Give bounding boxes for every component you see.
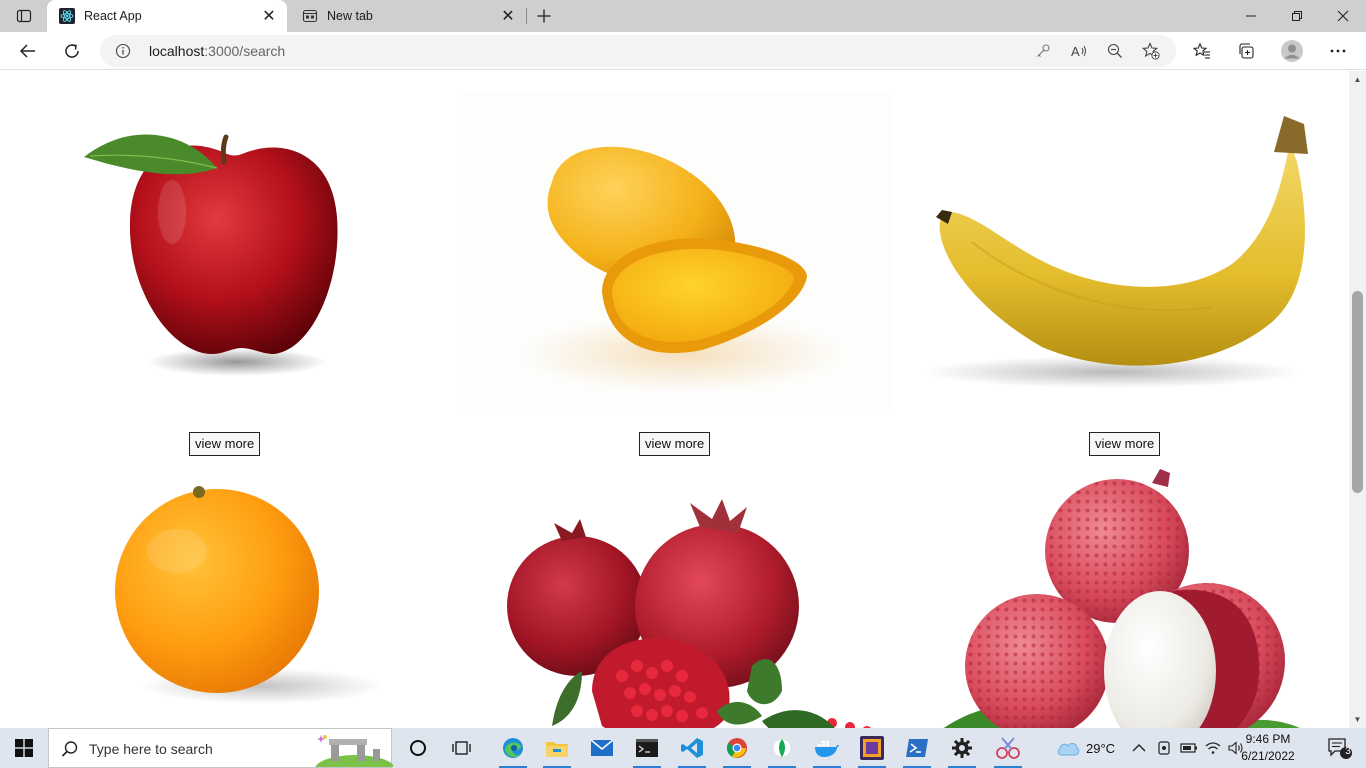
- new-tab-page-icon: [302, 8, 318, 24]
- browser-tab-strip: React App ✕ New tab ✕: [0, 0, 1366, 32]
- windows-start-icon[interactable]: [0, 728, 48, 768]
- back-arrow-icon[interactable]: [12, 35, 44, 67]
- beekeeper-studio-icon[interactable]: [850, 728, 894, 768]
- weather-widget[interactable]: 29°C: [1056, 728, 1115, 768]
- view-more-button[interactable]: view more: [639, 432, 711, 456]
- chrome-icon[interactable]: [715, 728, 759, 768]
- wifi-icon[interactable]: [1205, 728, 1221, 768]
- close-window-icon[interactable]: [1320, 0, 1366, 32]
- address-bar[interactable]: localhost:3000/search A: [100, 35, 1176, 67]
- apple-image: [12, 92, 442, 410]
- tab-actions-icon[interactable]: [8, 4, 40, 28]
- mail-icon[interactable]: [580, 728, 624, 768]
- browser-toolbar: localhost:3000/search A: [0, 32, 1366, 70]
- fruit-card-lychee: [912, 461, 1342, 728]
- search-highlight-stonehenge-icon: [315, 735, 393, 767]
- tab-new-tab[interactable]: New tab ✕: [290, 0, 526, 32]
- scroll-down-icon[interactable]: ▼: [1352, 714, 1363, 725]
- cortana-icon[interactable]: [396, 728, 440, 768]
- key-icon[interactable]: [1032, 40, 1054, 62]
- tab-title: New tab: [327, 9, 373, 23]
- notification-center-icon[interactable]: 3: [1318, 728, 1362, 768]
- scroll-up-icon[interactable]: ▲: [1352, 74, 1363, 85]
- site-info-icon[interactable]: [114, 42, 132, 60]
- view-more-button[interactable]: view more: [1089, 432, 1161, 456]
- clock-time: 9:46 PM: [1245, 732, 1291, 746]
- fruit-card-orange: [12, 461, 442, 728]
- windows-taskbar: Type here to search 29°C 9:46 PM 6/21/20…: [0, 728, 1366, 768]
- system-clock[interactable]: 9:46 PM 6/21/2022: [1225, 731, 1311, 765]
- close-tab-icon[interactable]: ✕: [257, 4, 281, 28]
- terminal-icon[interactable]: [625, 728, 669, 768]
- page-viewport: view more view more view more: [0, 71, 1349, 728]
- task-view-icon[interactable]: [440, 728, 484, 768]
- react-logo-icon: [59, 8, 75, 24]
- fruit-card-banana: view more: [912, 92, 1342, 456]
- mongodb-compass-icon[interactable]: [760, 728, 804, 768]
- pomegranate-image: [462, 461, 892, 728]
- settings-gear-icon[interactable]: [940, 728, 984, 768]
- banana-image: [912, 92, 1342, 410]
- notification-count: 3: [1345, 746, 1351, 757]
- refresh-icon[interactable]: [56, 35, 88, 67]
- fruit-card-apple: view more: [12, 92, 442, 456]
- vertical-scrollbar[interactable]: ▲ ▼: [1349, 71, 1366, 728]
- fruit-card-mango: view more: [462, 92, 892, 456]
- edge-browser-icon[interactable]: [491, 728, 535, 768]
- docker-icon[interactable]: [805, 728, 849, 768]
- profile-avatar[interactable]: [1276, 35, 1308, 67]
- battery-icon[interactable]: [1180, 728, 1198, 768]
- meet-now-icon[interactable]: [1156, 728, 1172, 768]
- add-favorite-icon[interactable]: [1140, 40, 1162, 62]
- close-tab-icon[interactable]: ✕: [496, 4, 520, 28]
- lychee-image: [912, 461, 1342, 728]
- url-path: :3000/search: [204, 43, 286, 59]
- orange-image: [12, 461, 442, 728]
- clock-date: 6/21/2022: [1241, 749, 1295, 763]
- new-tab-button[interactable]: [531, 4, 557, 28]
- tab-title: React App: [84, 9, 142, 23]
- vs-code-icon[interactable]: [670, 728, 714, 768]
- tab-separator: [526, 8, 527, 24]
- restore-icon[interactable]: [1274, 0, 1320, 32]
- fruit-card-pomegranate: [462, 461, 892, 728]
- search-placeholder: Type here to search: [89, 741, 213, 757]
- mango-image: [462, 92, 892, 410]
- file-explorer-icon[interactable]: [535, 728, 579, 768]
- url-text[interactable]: localhost:3000/search: [149, 43, 285, 59]
- show-hidden-icons-chevron-icon[interactable]: [1132, 728, 1146, 768]
- snipping-tool-icon[interactable]: [986, 728, 1030, 768]
- powershell-icon[interactable]: [895, 728, 939, 768]
- more-options-icon[interactable]: [1322, 35, 1354, 67]
- tab-react-app[interactable]: React App ✕: [47, 0, 287, 32]
- weather-temperature: 29°C: [1086, 740, 1116, 756]
- favorites-icon[interactable]: [1186, 35, 1218, 67]
- minimize-icon[interactable]: [1228, 0, 1274, 32]
- cloudy-weather-icon: [1057, 743, 1080, 756]
- taskbar-search-box[interactable]: Type here to search: [48, 728, 393, 768]
- url-host: localhost: [149, 43, 205, 59]
- collections-icon[interactable]: [1230, 35, 1262, 67]
- search-icon: [61, 741, 78, 757]
- read-aloud-icon[interactable]: A: [1068, 40, 1090, 62]
- scroll-thumb[interactable]: [1352, 291, 1363, 493]
- svg-text:A: A: [1071, 44, 1080, 59]
- view-more-button[interactable]: view more: [189, 432, 261, 456]
- zoom-out-icon[interactable]: [1104, 40, 1126, 62]
